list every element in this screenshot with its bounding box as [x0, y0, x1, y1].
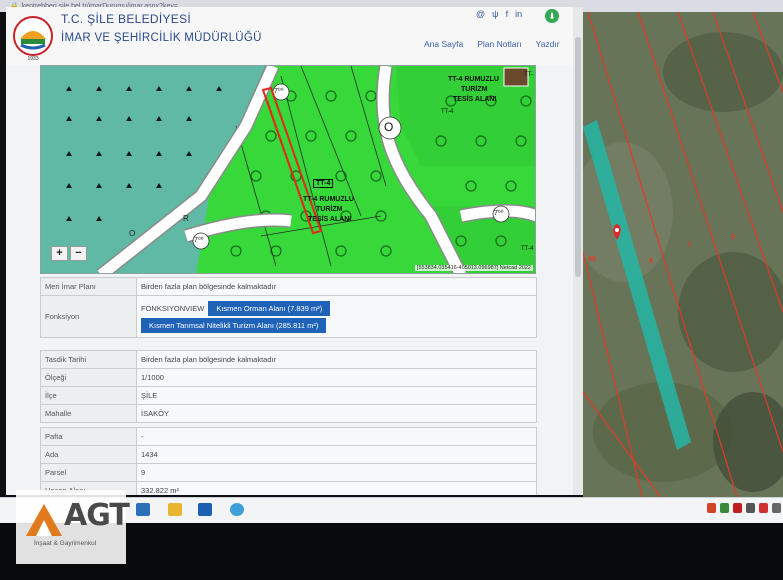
agt-watermark: AGT İnşaat & Gayrimenkul [16, 490, 130, 564]
tray-icon[interactable] [772, 503, 781, 513]
row-value: ŞİLE [136, 386, 537, 405]
table-row: Mahalle İSAKÖY [40, 404, 537, 423]
row-label: Ada [40, 445, 137, 464]
parcel-label: 8 [649, 258, 653, 265]
row-label: Pafta [40, 427, 137, 446]
tray-icon[interactable] [759, 503, 768, 513]
browser-page: 1933 T.C. ŞİLE BELEDİYESİ İMAR VE ŞEHİRC… [6, 7, 583, 495]
nav-home[interactable]: Ana Sayfa [424, 39, 463, 49]
map-label: TT-4 RUMUZLU [303, 196, 354, 203]
plan-info-table: Meri İmar Planı Birden fazla plan bölges… [40, 277, 537, 338]
outlook-icon[interactable] [198, 503, 212, 516]
download-icon[interactable]: ⬇ [545, 9, 559, 23]
site-subtitle: İMAR VE ŞEHİRCİLİK MÜDÜRLÜĞÜ [61, 32, 262, 44]
table-row: Meri İmar Planı Birden fazla plan bölges… [40, 277, 537, 296]
page-scrollbar[interactable] [573, 7, 583, 495]
system-tray [707, 503, 781, 513]
row-label: Tasdik Tarihi [40, 350, 137, 369]
row-value: 1434 [136, 445, 537, 464]
row-value: 1/1000 [136, 368, 537, 387]
map-label: TT-4 [313, 179, 334, 188]
fonksiyon-prefix: FONKSIYONVIEW [141, 303, 205, 313]
map-label: TT-4 [521, 246, 534, 252]
map-label: R [183, 214, 189, 223]
row-label: Ölçeği [40, 368, 137, 387]
site-header: 1933 T.C. ŞİLE BELEDİYESİ İMAR VE ŞEHİRC… [6, 7, 573, 65]
function-badge-tourism[interactable]: Kısmen Tarımsal Nitelikli Turizm Alanı (… [141, 317, 327, 333]
zoom-in-button[interactable]: + [51, 246, 68, 261]
municipality-logo: 1933 [12, 15, 54, 63]
row-value: FONKSIYONVIEW Kısmen Orman Alanı (7.839 m… [136, 295, 537, 338]
map-label: TURİZM [461, 86, 488, 93]
table-row: Ölçeği 1/1000 [40, 368, 537, 387]
tray-icon[interactable] [733, 503, 742, 513]
row-value: 9 [136, 463, 537, 482]
parcel-label: 6 [731, 234, 735, 241]
parcel-label: 98 [588, 256, 596, 263]
table-row: Parsel 9 [40, 463, 537, 482]
agt-subtitle: İnşaat & Gayrimenkul [34, 540, 97, 547]
site-title: T.C. ŞİLE BELEDİYESİ [61, 12, 192, 26]
map-label: O [129, 229, 136, 238]
zoom-controls: + − [51, 246, 87, 261]
map-label: 7⁰⁰ [494, 210, 504, 217]
email-icon[interactable]: @ [476, 9, 485, 19]
map-label: TT- [524, 72, 533, 78]
zoning-map[interactable]: 7⁰⁰ O 7⁰⁰ 7⁰⁰ R O TT-4 RUMUZLU TURİZM TE… [40, 65, 536, 274]
row-value: - [136, 427, 537, 446]
row-label: Meri İmar Planı [40, 277, 137, 296]
row-value: 332.822 m² [136, 481, 537, 495]
table-row: İlçe ŞİLE [40, 386, 537, 405]
table-row: Fonksiyon FONKSIYONVIEW Kısmen Orman Alan… [40, 295, 537, 338]
row-value: Birden fazla plan bölgesinde kalmaktadır [136, 277, 537, 296]
function-badge-forest[interactable]: Kısmen Orman Alanı (7.839 m²) [208, 300, 331, 316]
zoom-out-button[interactable]: − [70, 246, 87, 261]
facebook-icon[interactable]: f [506, 9, 509, 19]
nav-print[interactable]: Yazdır [536, 39, 560, 49]
map-label: TESİS ALANI [453, 96, 497, 103]
row-label: Mahalle [40, 404, 137, 423]
approval-info-table: Tasdik Tarihi Birden fazla plan bölgesin… [40, 350, 537, 423]
map-label: 7⁰⁰ [274, 88, 284, 95]
table-row: Tasdik Tarihi Birden fazla plan bölgesin… [40, 350, 537, 369]
map-label: TURİZM [316, 206, 343, 213]
satellite-image: 98 8 7 6 [583, 12, 783, 500]
map-label: 7⁰⁰ [194, 237, 204, 244]
browser-icon[interactable] [230, 503, 244, 516]
folder-icon[interactable] [168, 503, 182, 516]
top-nav: Ana Sayfa Plan Notları Yazdır [424, 39, 560, 49]
row-label: Parsel [40, 463, 137, 482]
map-label: TT-4 RUMUZLU [448, 76, 499, 83]
row-label: İlçe [40, 386, 137, 405]
instagram-icon[interactable]: ψ [492, 9, 498, 19]
scrollbar-thumb[interactable] [575, 37, 581, 277]
map-label: TESİS ALANI [308, 216, 352, 223]
nav-plan-notes[interactable]: Plan Notları [477, 39, 521, 49]
table-row: Ada 1434 [40, 445, 537, 464]
agt-logo-text: AGT [64, 498, 130, 533]
linkedin-icon[interactable]: in [515, 9, 522, 19]
tray-icon[interactable] [746, 503, 755, 513]
tray-icon[interactable] [707, 503, 716, 513]
row-label: Fonksiyon [40, 295, 137, 338]
map-label: TT-4 [441, 109, 454, 115]
mail-icon[interactable] [136, 503, 150, 516]
table-row: Pafta - [40, 427, 537, 446]
parcel-info-table: Pafta - Ada 1434 Parsel 9 Hesap Alanı 33… [40, 427, 537, 495]
map-attribution: [553834.035416-405013.096987] Netcad 202… [414, 265, 533, 271]
row-value: İSAKÖY [136, 404, 537, 423]
row-value: Birden fazla plan bölgesinde kalmaktadır [136, 350, 537, 369]
logo-year: 1933 [27, 56, 38, 62]
parcel-label: 7 [687, 242, 691, 249]
social-links: @ ψ f in [476, 9, 522, 19]
tray-icon[interactable] [720, 503, 729, 513]
map-label: O [384, 120, 394, 134]
